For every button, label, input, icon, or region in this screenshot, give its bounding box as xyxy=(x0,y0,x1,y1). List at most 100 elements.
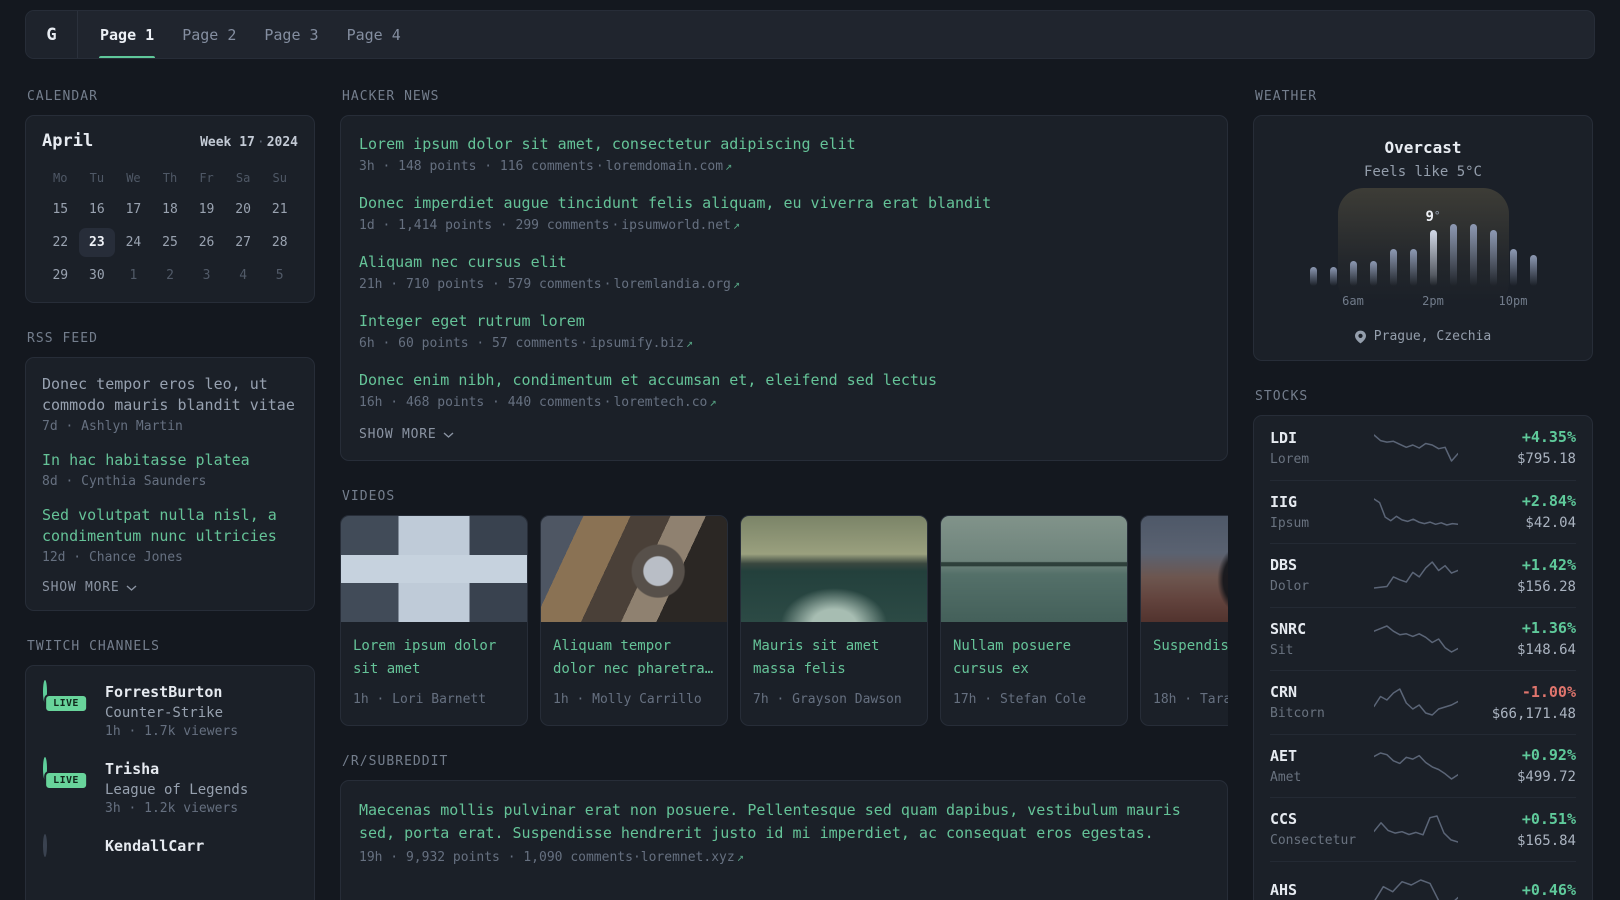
video-body: Suspendisse diam 18h · Tara xyxy=(1141,622,1228,725)
hn-show-more-button[interactable]: SHOW MORE xyxy=(359,427,454,442)
reddit-post-title[interactable]: Maecenas mollis pulvinar erat non posuer… xyxy=(359,799,1209,845)
hn-story-title[interactable]: Donec imperdiet augue tincidunt felis al… xyxy=(359,193,1209,213)
video-thumbnail[interactable] xyxy=(541,516,727,622)
stock-row[interactable]: AHS +0.46% xyxy=(1270,860,1576,900)
calendar-day: 26 xyxy=(198,235,215,250)
channel-game: Counter-Strike xyxy=(105,705,224,721)
reddit-post: Maecenas mollis pulvinar erat non posuer… xyxy=(359,799,1209,865)
calendar-day-next-month: 5 xyxy=(275,268,284,283)
video-thumbnail[interactable] xyxy=(1141,516,1228,622)
calendar-day: 16 xyxy=(89,202,105,217)
reddit-post-stats: 19h · 9,932 points · 1,090 comments xyxy=(359,850,633,865)
video-thumbnail[interactable] xyxy=(341,516,527,622)
subreddit-section-title: /R/SUBREDDIT xyxy=(342,754,449,769)
video-body: Aliquam tempor dolor nec pharetra… 1h · … xyxy=(541,622,727,725)
weather-hour-slot xyxy=(1329,267,1337,286)
weekday-label: Th xyxy=(162,171,178,185)
stock-row[interactable]: CCS Consectetur +0.51% $165.84 xyxy=(1270,797,1576,861)
right-column: WEATHER Overcast Feels like 5°C 9° 6am 2p… xyxy=(1253,89,1593,900)
video-card[interactable]: Lorem ipsum dolor sit amet consectetu… 1… xyxy=(340,515,528,726)
video-thumbnail[interactable] xyxy=(941,516,1127,622)
hn-story-title[interactable]: Donec enim nibh, condimentum et accumsan… xyxy=(359,370,1209,390)
avatar-wrap: LIVE xyxy=(42,757,90,790)
calendar-day: 17 xyxy=(125,202,142,217)
channel-name: Trisha xyxy=(105,760,160,778)
weather-time-slot xyxy=(1310,294,1317,312)
stock-change: -1.00% xyxy=(1521,682,1576,701)
hackernews-widget: HACKER NEWS Lorem ipsum dolor sit amet, … xyxy=(340,89,1228,461)
video-title[interactable]: Mauris sit amet massa felis xyxy=(753,635,915,681)
video-title[interactable]: Lorem ipsum dolor sit amet consectetu… xyxy=(353,635,515,681)
video-title[interactable]: Nullam posuere cursus ex xyxy=(953,635,1115,681)
videos-section-title: VIDEOS xyxy=(342,489,396,504)
stock-row[interactable]: SNRC Sit +1.36% $148.64 xyxy=(1270,606,1576,671)
stock-symbol: LDI xyxy=(1270,428,1298,447)
hn-story-domain-link[interactable]: ipsumworld.net ↗ xyxy=(621,218,740,233)
video-card[interactable]: Aliquam tempor dolor nec pharetra… 1h · … xyxy=(540,515,728,726)
weather-time-slot xyxy=(1330,294,1337,312)
stock-row[interactable]: DBS Dolor +1.42% $156.28 xyxy=(1270,543,1576,607)
stock-price: $66,171.48 xyxy=(1491,705,1576,722)
video-title[interactable]: Aliquam tempor dolor nec pharetra… xyxy=(553,635,715,681)
hn-story-meta: 21h · 710 points · 579 comments · loremlan… xyxy=(359,277,1209,292)
hn-story-title[interactable]: Lorem ipsum dolor sit amet, consectetur … xyxy=(359,134,1209,154)
video-card[interactable]: Mauris sit amet massa felis 7h · Grayson… xyxy=(740,515,928,726)
stock-row[interactable]: LDI Lorem +4.35% $795.18 xyxy=(1270,416,1576,480)
weather-feels-like: Feels like 5°C xyxy=(1363,164,1482,180)
hn-story-title[interactable]: Aliquam nec cursus elit xyxy=(359,252,1209,272)
rss-item-title[interactable]: Sed volutpat nulla nisl, a condimentum n… xyxy=(42,505,298,547)
rss-item-title[interactable]: Donec tempor eros leo, ut commodo mauris… xyxy=(42,374,298,416)
weather-time-slot: 6am xyxy=(1342,294,1364,312)
calendar-day: 15 xyxy=(52,202,69,217)
hn-story-stats: 21h · 710 points · 579 comments xyxy=(359,277,602,292)
weather-temp-bar xyxy=(1389,249,1397,286)
weather-hour-slot xyxy=(1369,261,1377,286)
video-meta: 1h · Molly Carrillo xyxy=(553,692,702,707)
rss-item-meta: 8d · Cynthia Saunders xyxy=(42,474,207,489)
rss-show-more-button[interactable]: SHOW MORE xyxy=(42,580,137,595)
twitch-channel-row[interactable]: KendallCarr xyxy=(42,834,298,863)
reddit-post-domain-link[interactable]: loremnet.xyz ↗ xyxy=(641,850,744,865)
stock-change: +1.42% xyxy=(1521,555,1576,574)
stock-name: Ipsum xyxy=(1270,515,1310,531)
hn-story-title[interactable]: Integer eget rutrum lorem xyxy=(359,311,1209,331)
calendar-day: 27 xyxy=(235,235,251,250)
hn-story-domain-link[interactable]: loremlandia.org ↗ xyxy=(613,277,740,292)
video-card[interactable]: Nullam posuere cursus ex 17h · Stefan Co… xyxy=(940,515,1128,726)
tab-page-2[interactable]: Page 2 xyxy=(168,11,250,58)
rss-item-title[interactable]: In hac habitasse platea xyxy=(42,450,298,471)
tab-page-1[interactable]: Page 1 xyxy=(86,11,168,58)
stock-change: +2.84% xyxy=(1521,492,1576,511)
weather-hour-slot xyxy=(1409,249,1417,286)
external-link-icon: ↗ xyxy=(725,159,733,173)
calendar-header: April Week 17 · 2024 xyxy=(42,131,298,151)
rss-item-meta: 7d · Ashlyn Martin xyxy=(42,419,183,434)
video-card[interactable]: Suspendisse diam 18h · Tara xyxy=(1140,515,1228,726)
stock-row[interactable]: CRN Bitcorn -1.00% $66,171.48 xyxy=(1270,670,1576,734)
weather-location: Prague, Czechia xyxy=(1373,329,1492,344)
stock-row[interactable]: AET Amet +0.92% $499.72 xyxy=(1270,733,1576,798)
video-thumbnail[interactable] xyxy=(741,516,927,622)
subreddit-widget: /R/SUBREDDIT Maecenas mollis pulvinar er… xyxy=(340,754,1228,900)
twitch-channel-row[interactable]: LIVE Trisha League of Legends 3h · 1.2k … xyxy=(42,757,298,816)
stock-name: Amet xyxy=(1270,769,1302,785)
channel-info: Trisha League of Legends 3h · 1.2k viewe… xyxy=(105,759,248,816)
hn-story-domain-link[interactable]: loremtech.co ↗ xyxy=(613,395,716,410)
video-title[interactable]: Suspendisse diam xyxy=(1153,635,1228,681)
video-meta: 7h · Grayson Dawson xyxy=(753,692,902,707)
degree-symbol: ° xyxy=(1433,209,1441,222)
videos-row: Lorem ipsum dolor sit amet consectetu… 1… xyxy=(340,515,1228,726)
twitch-channel-row[interactable]: LIVE ForrestBurton Counter-Strike 1h · 1… xyxy=(42,680,298,739)
calendar-week-year: Week 17 · 2024 xyxy=(200,135,298,150)
weather-temp-bar xyxy=(1369,261,1377,286)
subreddit-card: Maecenas mollis pulvinar erat non posuer… xyxy=(340,780,1228,900)
stock-symbol: CRN xyxy=(1270,683,1298,702)
tab-page-4[interactable]: Page 4 xyxy=(333,11,415,58)
hn-story-domain-link[interactable]: loremdomain.com ↗ xyxy=(606,159,733,174)
calendar-day-next-month: 2 xyxy=(166,268,174,283)
dot-separator: · xyxy=(611,218,620,233)
stock-row[interactable]: IIG Ipsum +2.84% $42.04 xyxy=(1270,479,1576,544)
stock-symbol: AHS xyxy=(1270,881,1298,900)
tab-page-3[interactable]: Page 3 xyxy=(250,11,332,58)
hn-story-domain-link[interactable]: ipsumify.biz ↗ xyxy=(590,336,693,351)
